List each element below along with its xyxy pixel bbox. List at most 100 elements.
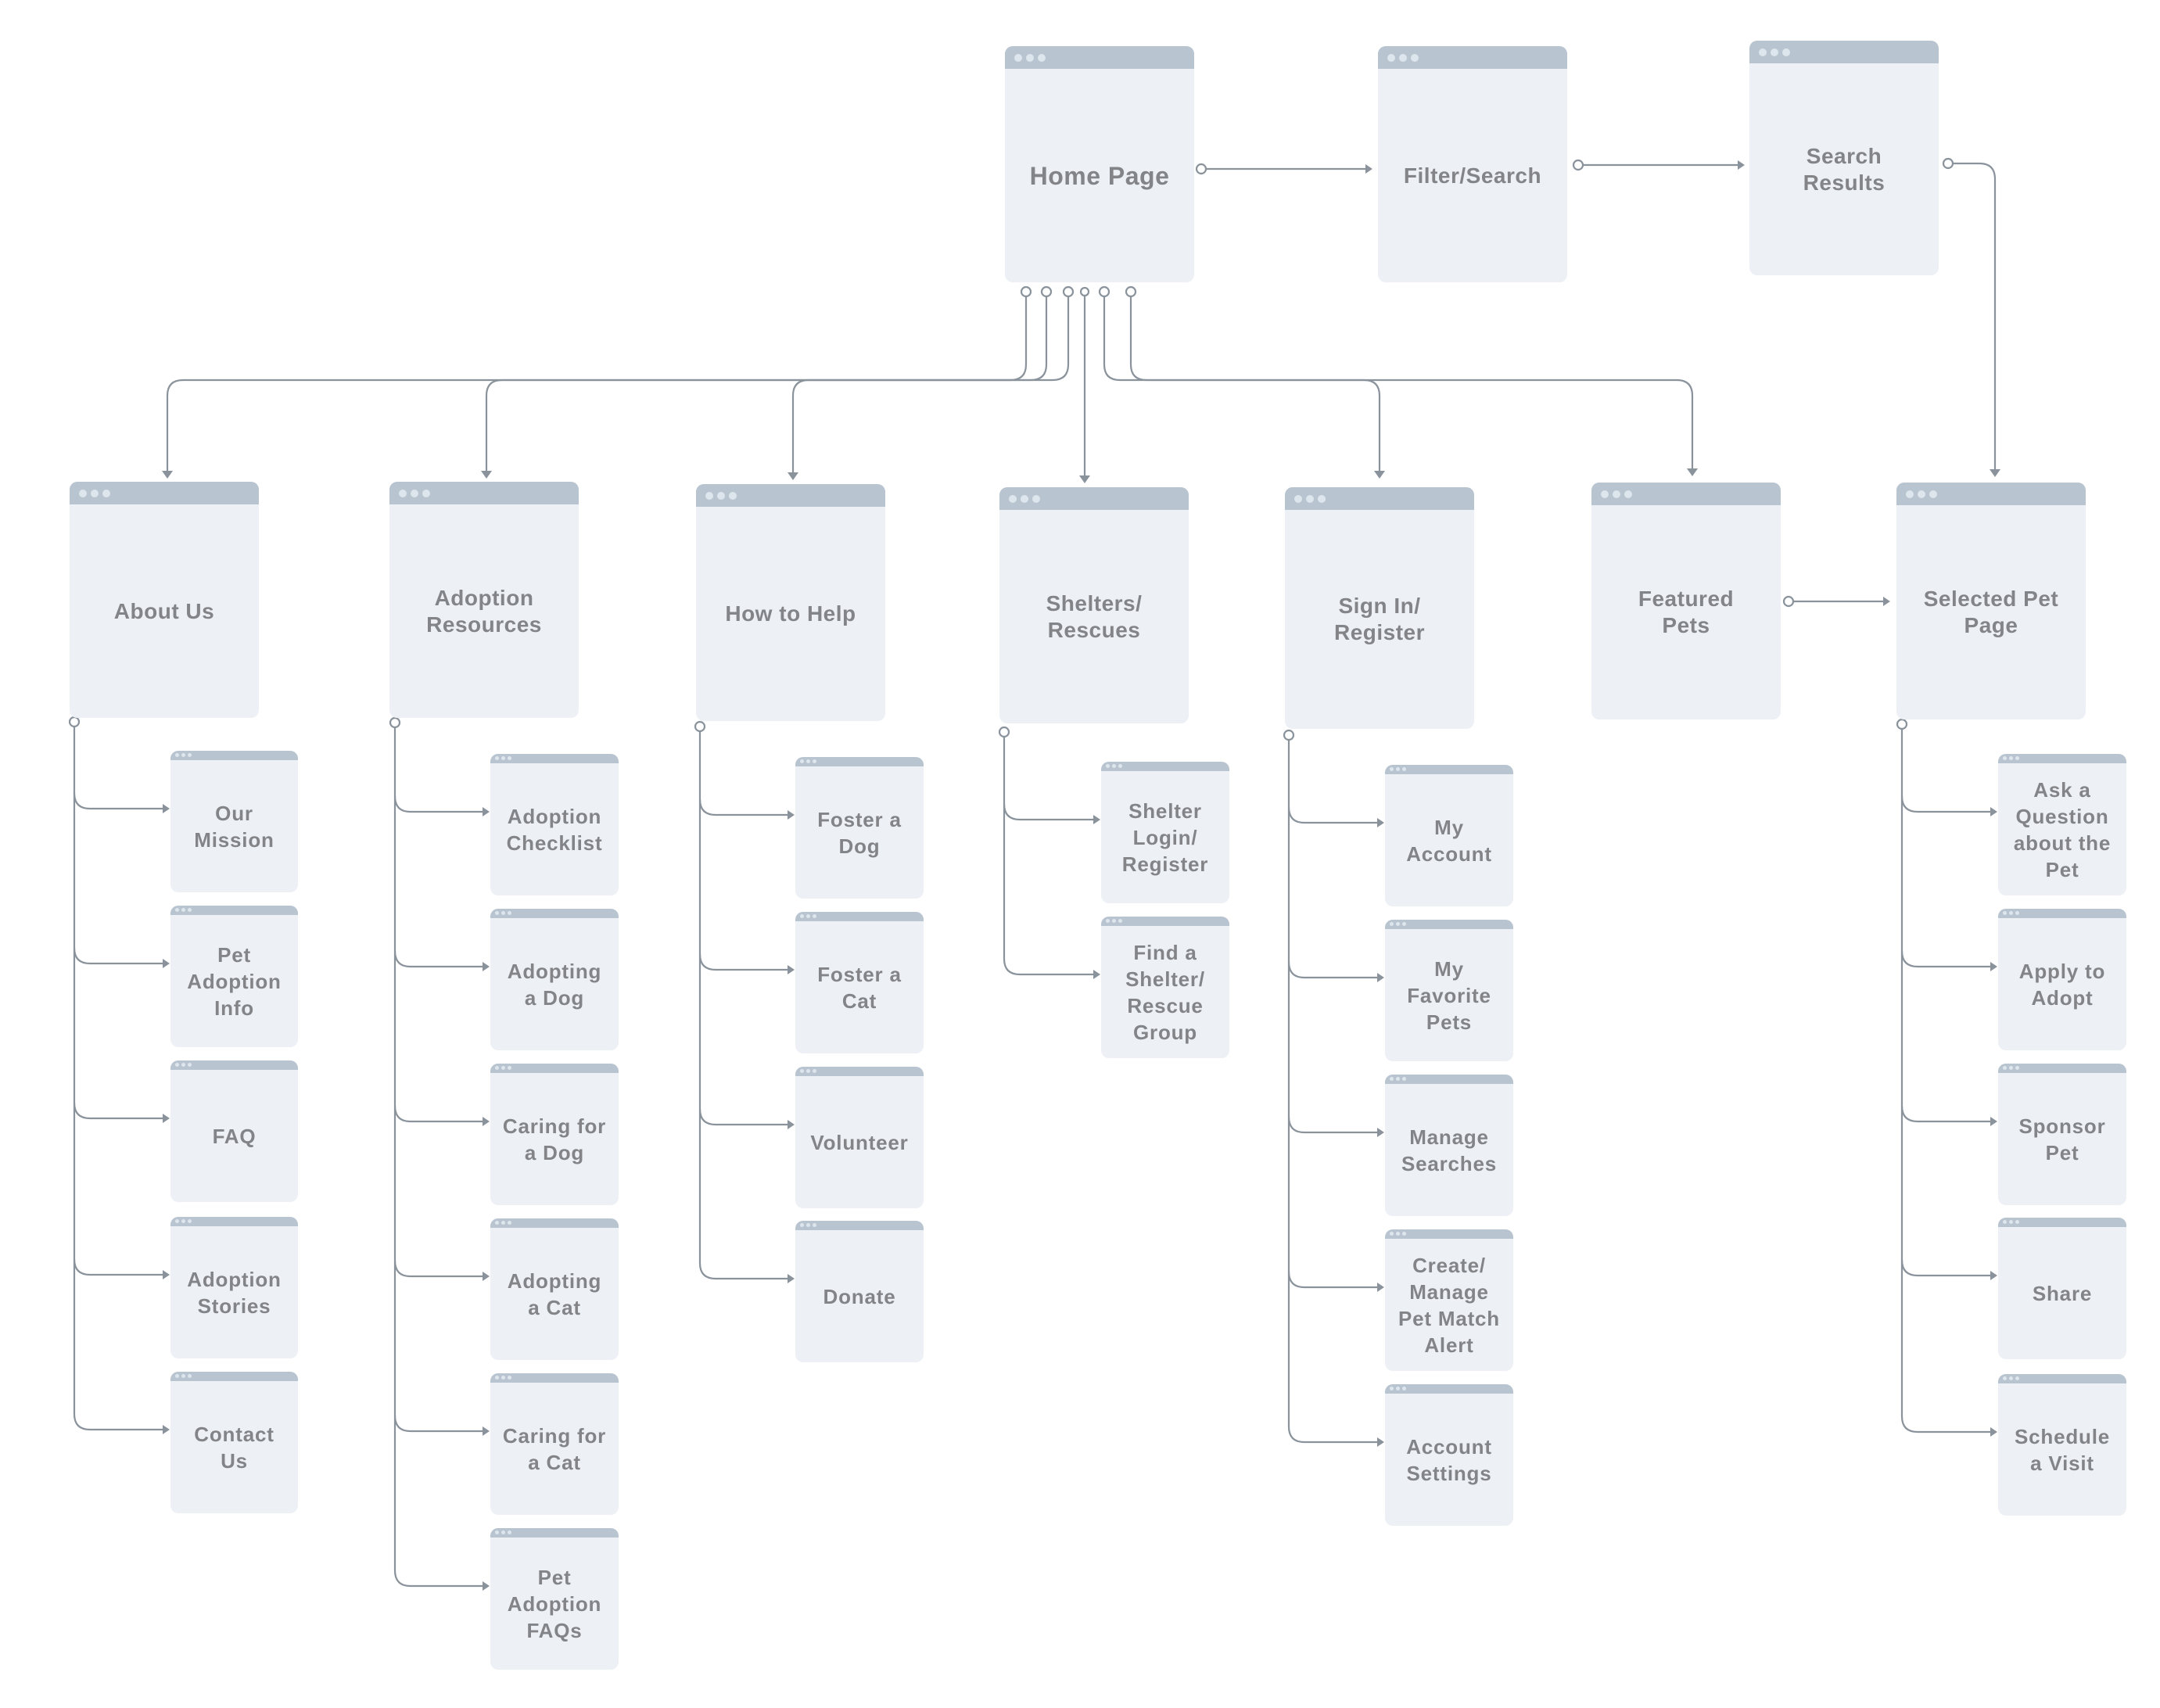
branch-connector [1287,1116,1377,1134]
connector-origin-dot [1283,729,1295,741]
branch-connector [393,950,483,968]
branch-connector [1287,1271,1377,1289]
page-node-how-to-help[interactable]: How to Help [696,484,885,721]
branch-connector [393,1105,483,1123]
page-node-label: Adoption Stories [187,1267,282,1318]
arrow-down-icon [1990,469,2000,477]
page-node-label: Filter/Search [1403,163,1542,188]
connector-origin-dot [389,716,401,729]
page-node-pet-adoption-faqs[interactable]: Pet Adoption FAQs [490,1528,619,1670]
page-node-create-manage-pet-match-alert[interactable]: Create/ Manage Pet Match Alert [1385,1229,1513,1371]
arrow-right-icon [788,1120,795,1129]
branch-connector [1003,958,1093,976]
branch-connector [698,798,788,816]
connector-origin-dot [1942,157,1954,170]
page-node-sign-in-register[interactable]: Sign In/ Register [1285,487,1474,729]
page-node-shelter-login-register[interactable]: Shelter Login/ Register [1101,762,1229,903]
branch-connector [393,1415,483,1433]
page-node-foster-a-cat[interactable]: Foster a Cat [795,912,924,1053]
page-node-manage-searches[interactable]: Manage Searches [1385,1075,1513,1216]
page-node-schedule-a-visit[interactable]: Schedule a Visit [1998,1374,2126,1516]
branch-connector [698,1108,788,1126]
page-node-label: Pet Adoption Info [187,942,282,1020]
arrow-right-icon [163,1425,170,1434]
page-node-my-account[interactable]: My Account [1385,765,1513,906]
page-node-label: Shelter Login/ Register [1121,798,1209,876]
page-node-label: Foster a Dog [817,807,902,858]
page-node-selected-pet-page[interactable]: Selected Pet Page [1896,483,2086,719]
page-node-label: My Favorite Pets [1407,956,1491,1034]
connector-origin-dot [1125,285,1137,298]
branch-connector [1900,950,1990,968]
branch-connector [73,1413,163,1431]
page-node-ask-a-question-about-the-pet[interactable]: Ask a Question about the Pet [1998,754,2126,895]
page-node-my-favorite-pets[interactable]: My Favorite Pets [1385,920,1513,1061]
page-node-label: Selected Pet Page [1923,587,2059,637]
arrow-right-icon [788,965,795,974]
page-node-about-us[interactable]: About Us [70,482,259,718]
page-node-adopting-a-cat[interactable]: Adopting a Cat [490,1218,619,1360]
page-node-adoption-resources[interactable]: Adoption Resources [389,482,579,718]
page-node-label: Caring for a Cat [502,1423,607,1474]
page-node-sponsor-pet[interactable]: Sponsor Pet [1998,1064,2126,1205]
page-node-adoption-checklist[interactable]: Adoption Checklist [490,754,619,895]
arrow-right-icon [1883,597,1890,606]
branch-connector [73,792,163,810]
page-node-caring-for-a-cat[interactable]: Caring for a Cat [490,1373,619,1515]
page-node-label: Share [2032,1281,2093,1305]
connector-origin-dot [998,726,1010,738]
page-node-label: Sign In/ Register [1333,594,1426,644]
page-node-label: Find a Shelter/ Rescue Group [1125,940,1205,1044]
page-node-featured-pets[interactable]: Featured Pets [1591,483,1781,719]
page-node-find-a-shelter-rescue-group[interactable]: Find a Shelter/ Rescue Group [1101,917,1229,1058]
page-node-donate[interactable]: Donate [795,1221,924,1362]
page-node-foster-a-dog[interactable]: Foster a Dog [795,757,924,899]
connector-origin-dot [68,716,81,728]
connector-origin-dot [1098,285,1110,298]
page-node-apply-to-adopt[interactable]: Apply to Adopt [1998,909,2126,1050]
page-node-label: Manage Searches [1401,1125,1498,1175]
branch-connector [1003,803,1093,821]
branch-connector [1900,1259,1990,1277]
page-node-caring-for-a-dog[interactable]: Caring for a Dog [490,1064,619,1205]
arrow-right-icon [163,1114,170,1123]
page-node-label: Foster a Cat [817,962,902,1013]
page-node-label: Schedule a Visit [2015,1424,2110,1475]
page-node-account-settings[interactable]: Account Settings [1385,1384,1513,1526]
arrow-right-icon [1990,1117,1997,1126]
connector-line [1103,296,1381,472]
branch-connector [393,1260,483,1278]
page-node-label: Pet Adoption FAQs [507,1565,602,1642]
branch-connector [1287,961,1377,979]
page-node-pet-adoption-info[interactable]: Pet Adoption Info [170,906,298,1047]
connector-origin-dot [1896,718,1908,730]
branch-connector [1900,1105,1990,1123]
page-node-shelters-rescues[interactable]: Shelters/ Rescues [999,487,1189,723]
page-node-label: Sponsor Pet [2018,1114,2106,1164]
arrow-right-icon [1377,1283,1384,1292]
connector-origin-dot [1062,285,1075,298]
branch-connector [698,1262,788,1280]
page-node-home-page[interactable]: Home Page [1005,46,1194,282]
page-node-label: Apply to Adopt [2018,959,2106,1010]
page-node-volunteer[interactable]: Volunteer [795,1067,924,1208]
page-node-adoption-stories[interactable]: Adoption Stories [170,1217,298,1358]
page-node-search-results[interactable]: Search Results [1749,41,1939,275]
page-node-label: Search Results [1803,143,1886,195]
connector-origin-dot [1020,285,1032,298]
connector-origin-dot [694,720,706,733]
page-node-faq[interactable]: FAQ [170,1060,298,1202]
arrow-right-icon [483,1581,490,1591]
page-node-share[interactable]: Share [1998,1218,2126,1359]
page-node-contact-us[interactable]: Contact Us [170,1372,298,1513]
page-node-filter-search[interactable]: Filter/Search [1378,46,1567,282]
branch-connector [1287,806,1377,824]
arrow-right-icon [1093,815,1100,824]
arrow-right-icon [1377,1437,1384,1447]
page-node-adopting-a-dog[interactable]: Adopting a Dog [490,909,619,1050]
arrow-right-icon [483,807,490,816]
page-node-our-mission[interactable]: Our Mission [170,751,298,892]
arrow-right-icon [1365,164,1372,174]
page-node-label: Account Settings [1406,1434,1492,1485]
connector-origin-dot [1782,595,1795,608]
